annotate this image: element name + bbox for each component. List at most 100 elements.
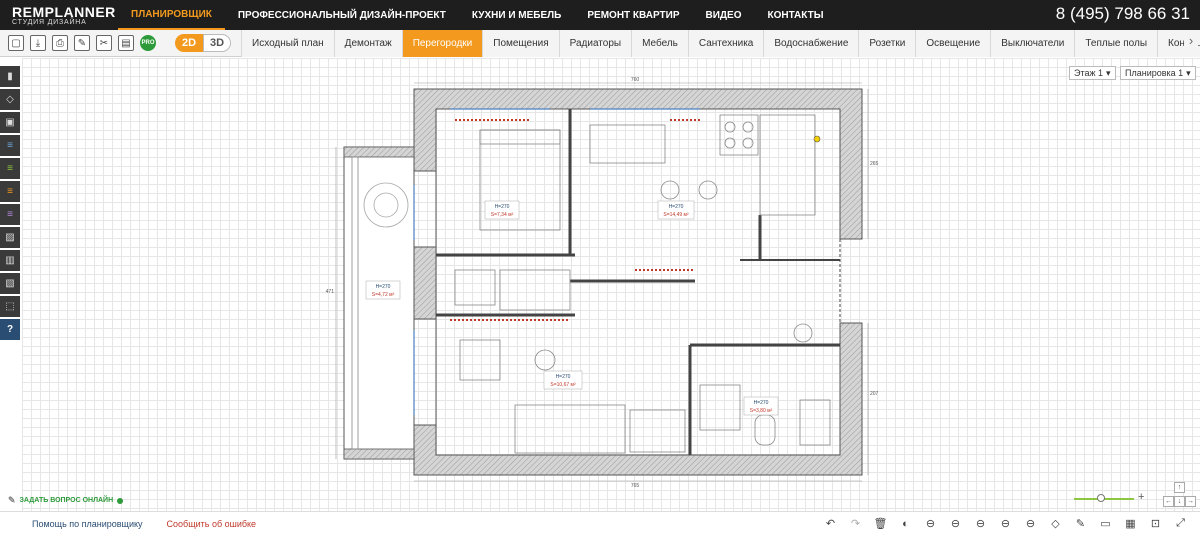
fullscreen-icon[interactable]: ⤢ [1173, 516, 1188, 531]
print-icon[interactable]: ⎙ [52, 35, 68, 51]
layout-select[interactable]: Планировка 1 ▾ [1120, 66, 1196, 80]
image-tool-icon[interactable]: ▨ [0, 227, 20, 248]
logo[interactable]: REMPLANNER СТУДИЯ ДИЗАЙНА [0, 5, 118, 26]
estimate-icon[interactable]: ▤ [118, 35, 134, 51]
balcony[interactable] [343, 146, 415, 460]
comment-icon[interactable]: ▭ [1098, 516, 1113, 531]
shelf[interactable] [629, 409, 686, 453]
tab-lighting[interactable]: Освещение [915, 29, 991, 57]
electrical-panel-icon[interactable] [813, 135, 821, 143]
shower[interactable] [699, 384, 741, 431]
boiler[interactable] [793, 323, 813, 343]
pan-right-icon[interactable]: → [1185, 496, 1196, 507]
pan-down-icon[interactable]: ↓ [1174, 496, 1185, 507]
save-icon[interactable]: ⤓ [30, 35, 46, 51]
zoom-in-icon[interactable]: + [1138, 491, 1144, 503]
room-area: S=3,80 м² [750, 408, 773, 414]
room-label-bedroom[interactable]: H=270 S=7,34 м² [484, 200, 520, 220]
tab-plumbing[interactable]: Сантехника [687, 29, 764, 57]
dim-right: 265 [870, 161, 879, 167]
wall-orange-tool-icon[interactable]: ≡ [0, 181, 20, 202]
hall-cabinet[interactable] [454, 269, 496, 306]
toggle-layer-3-icon[interactable]: ⊖ [973, 516, 988, 531]
wall-green-tool-icon[interactable]: ≡ [0, 158, 20, 179]
chair-1[interactable] [660, 180, 680, 200]
floor-select[interactable]: Этаж 1 ▾ [1069, 66, 1116, 80]
cube-tool-icon[interactable]: ◇ [0, 89, 20, 110]
help-icon[interactable]: ? [0, 319, 20, 340]
floor-plan[interactable]: 760 765 471 265 207 H=270 S=7,34 м² H=27… [300, 75, 900, 490]
kitchen-cabinets[interactable] [759, 114, 816, 216]
tools-icon[interactable]: ✂ [96, 35, 112, 51]
round-table[interactable] [534, 349, 556, 371]
tab-warm-floors[interactable]: Теплые полы [1074, 29, 1158, 57]
pro-badge-icon[interactable]: PRO [140, 35, 156, 51]
toggle-layer-2-icon[interactable]: ⊖ [948, 516, 963, 531]
outer-wall-top[interactable] [413, 88, 863, 240]
tab-water-supply[interactable]: Водоснабжение [763, 29, 859, 57]
tab-furniture[interactable]: Мебель [631, 29, 688, 57]
undo-icon[interactable]: ↶ [823, 516, 838, 531]
room-label-bathroom[interactable]: H=270 S=3,80 м² [743, 396, 779, 416]
tab-sockets[interactable]: Розетки [858, 29, 916, 57]
zoom-slider[interactable]: + [1074, 491, 1146, 503]
mode-2d-button[interactable]: 2D [175, 34, 203, 52]
chair-2[interactable] [698, 180, 718, 200]
redo-icon[interactable]: ↷ [848, 516, 863, 531]
pencil-icon[interactable]: ✎ [1073, 516, 1088, 531]
hatch-tool-icon[interactable]: ▧ [0, 273, 20, 294]
report-error-link[interactable]: Сообщить об ошибке [143, 519, 257, 529]
door-tool-icon[interactable]: ▮ [0, 66, 20, 87]
stove[interactable] [719, 114, 759, 156]
bottom-bar: Помощь по планировщику Сообщить об ошибк… [0, 511, 1200, 535]
nav-design-project[interactable]: ПРОФЕССИОНАЛЬНЫЙ ДИЗАЙН-ПРОЕКТ [225, 0, 459, 30]
wall-purple-tool-icon[interactable]: ≡ [0, 204, 20, 225]
ruler-icon[interactable]: ✎ [74, 35, 90, 51]
visibility-toggle-icon[interactable]: ◐ [898, 516, 913, 531]
chevron-down-icon: ▾ [1106, 67, 1111, 78]
tab-radiators[interactable]: Радиаторы [558, 29, 632, 57]
toilet[interactable] [754, 414, 776, 446]
toggle-layer-5-icon[interactable]: ⊖ [1023, 516, 1038, 531]
room-label-balcony[interactable]: H=270 S=4,72 м² [365, 280, 401, 300]
nav-planner[interactable]: ПЛАНИРОВЩИК [118, 0, 225, 30]
armchair[interactable] [459, 339, 501, 381]
sofa[interactable] [589, 124, 666, 164]
room-area: S=4,72 м² [372, 292, 395, 298]
tabs-scroll-right-icon[interactable]: › [1184, 33, 1198, 53]
chevron-down-icon: ▾ [1186, 67, 1191, 78]
help-link[interactable]: Помощь по планировщику [0, 519, 143, 529]
wall-pier-left[interactable] [413, 246, 437, 320]
wardrobe[interactable] [499, 269, 571, 311]
phone-number[interactable]: 8 (495) 798 66 31 [1056, 4, 1190, 24]
toggle-layer-4-icon[interactable]: ⊖ [998, 516, 1013, 531]
select-tool-icon[interactable]: ⬚ [0, 296, 20, 317]
nav-kitchens[interactable]: КУХНИ И МЕБЕЛЬ [459, 0, 574, 30]
columns-tool-icon[interactable]: ▥ [0, 250, 20, 271]
zoom-knob[interactable] [1097, 494, 1105, 502]
grid-icon[interactable]: ▦ [1123, 516, 1138, 531]
toggle-layer-1-icon[interactable]: ⊖ [923, 516, 938, 531]
pan-up-icon[interactable]: ↑ [1174, 482, 1185, 493]
nav-renovation[interactable]: РЕМОНТ КВАРТИР [574, 0, 692, 30]
tab-rooms[interactable]: Помещения [482, 29, 559, 57]
pan-left-icon[interactable]: ← [1163, 496, 1174, 507]
ask-question-online[interactable]: ✎ ЗАДАТЬ ВОПРОС ОНЛАЙН [8, 495, 124, 506]
sink[interactable] [799, 399, 831, 446]
trash-icon[interactable]: 🗑 [873, 516, 888, 531]
sofa-hall[interactable] [514, 404, 626, 454]
room-label-living[interactable]: H=270 S=14,49 м² [657, 200, 695, 220]
room-label-hall[interactable]: H=270 S=10,67 м² [543, 370, 583, 390]
tab-partitions[interactable]: Перегородки [401, 29, 483, 57]
fit-screen-icon[interactable]: ⊡ [1148, 516, 1163, 531]
new-file-icon[interactable]: ▢ [8, 35, 24, 51]
fill-icon[interactable]: ◇ [1048, 516, 1063, 531]
nav-video[interactable]: ВИДЕО [692, 0, 754, 30]
tab-demolition[interactable]: Демонтаж [333, 29, 402, 57]
mode-3d-button[interactable]: 3D [203, 34, 231, 52]
room-tool-icon[interactable]: ▣ [0, 112, 20, 133]
nav-contacts[interactable]: КОНТАКТЫ [754, 0, 836, 30]
tab-initial-plan[interactable]: Исходный план [241, 29, 334, 57]
tab-switches[interactable]: Выключатели [990, 29, 1075, 57]
wall-blue-tool-icon[interactable]: ≡ [0, 135, 20, 156]
